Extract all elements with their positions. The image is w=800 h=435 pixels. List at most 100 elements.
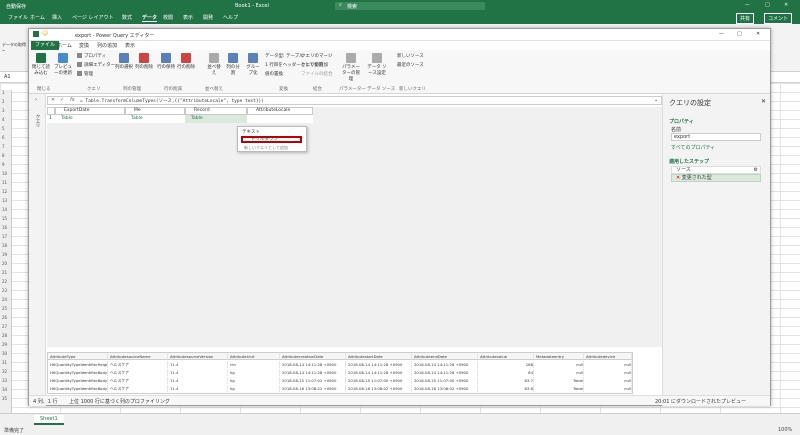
- row-header[interactable]: 17: [2, 234, 7, 239]
- autosave-label[interactable]: 自動保存: [6, 3, 26, 10]
- smiley-icon[interactable]: ☺: [42, 30, 48, 37]
- row-header[interactable]: 24: [2, 297, 7, 302]
- close-icon[interactable]: ✕: [784, 2, 788, 8]
- column-header[interactable]: ExportDate: [55, 107, 125, 115]
- combine-files-button[interactable]: ファイルの結合: [301, 71, 333, 77]
- row-header[interactable]: 29: [2, 342, 7, 347]
- row-header[interactable]: 25: [2, 306, 7, 311]
- manage-button[interactable]: 管理: [77, 71, 93, 77]
- column-header[interactable]: Record: [185, 107, 247, 115]
- properties-section[interactable]: プロパティ: [669, 118, 694, 125]
- tab-formulas[interactable]: 数式: [122, 14, 132, 21]
- new-source-button[interactable]: 新しいソース: [397, 53, 424, 59]
- name-box[interactable]: A1: [4, 74, 11, 80]
- preview-refresh-button[interactable]: プレビューの更新: [53, 53, 73, 76]
- row-header[interactable]: 7: [2, 144, 5, 149]
- pq-tab-add-column[interactable]: 列の追加: [97, 42, 117, 49]
- row-header[interactable]: 9: [2, 162, 5, 167]
- row-header[interactable]: 3: [2, 108, 5, 113]
- group-by-button[interactable]: グループ化: [245, 53, 261, 76]
- profiling-status[interactable]: 上位 1000 行に基づく列のプロファイリング: [69, 398, 170, 405]
- query-settings-close-icon[interactable]: ✕: [761, 98, 766, 105]
- column-header[interactable]: Me: [125, 107, 185, 115]
- row-header[interactable]: 1: [2, 90, 5, 95]
- split-column-button[interactable]: 列の分割: [225, 53, 241, 76]
- row-header[interactable]: 5: [2, 126, 5, 131]
- append-queries-button[interactable]: クエリの追加: [301, 62, 328, 68]
- row-header[interactable]: 11: [2, 180, 7, 185]
- table-corner-icon[interactable]: [47, 107, 55, 115]
- zoom-level[interactable]: 100%: [778, 427, 792, 433]
- step-item[interactable]: ソース ⚙: [671, 166, 761, 174]
- keep-rows-button[interactable]: 行の保持: [157, 53, 175, 70]
- row-header[interactable]: 16: [2, 225, 7, 230]
- row-header[interactable]: 27: [2, 324, 7, 329]
- pq-minimize-icon[interactable]: —: [719, 31, 724, 37]
- row-header[interactable]: 33: [2, 378, 7, 383]
- step-item-selected[interactable]: ✕ 変更された型: [671, 174, 761, 182]
- expand-chevron-icon[interactable]: ›: [35, 97, 37, 103]
- row-header[interactable]: 2: [2, 99, 5, 104]
- comment-button[interactable]: コメント: [764, 13, 793, 24]
- pq-tab-file[interactable]: ファイル: [31, 41, 60, 50]
- delete-step-icon[interactable]: ✕: [676, 175, 680, 181]
- advanced-editor-button[interactable]: 詳細エディター: [77, 62, 115, 68]
- pq-close-icon[interactable]: ✕: [756, 31, 760, 37]
- formula-bar[interactable]: ✕ ✓ fx = Table.TransformColumnTypes(ソース,…: [47, 96, 662, 105]
- row-header[interactable]: 23: [2, 288, 7, 293]
- tab-developer[interactable]: 開発: [203, 14, 213, 21]
- sheet-tab[interactable]: Sheet1: [34, 415, 64, 425]
- row-header[interactable]: 12: [2, 189, 7, 194]
- table-cell[interactable]: Table: [125, 115, 185, 123]
- parameters-button[interactable]: パラメーターの管理: [341, 53, 361, 82]
- data-source-settings-button[interactable]: データ ソース設定: [367, 53, 387, 76]
- get-data-button[interactable]: データの取得 ~: [2, 42, 26, 53]
- properties-button[interactable]: プロパティ: [77, 53, 106, 59]
- search-box[interactable]: ⌕ 検索: [335, 2, 485, 10]
- tab-page-layout[interactable]: ページ レイアウト: [72, 14, 114, 21]
- query-name-input[interactable]: export: [671, 133, 761, 141]
- confirm-icon[interactable]: ✓: [60, 97, 64, 103]
- merge-queries-button[interactable]: クエリのマージ: [301, 53, 332, 59]
- row-header[interactable]: 18: [2, 243, 7, 248]
- row-header[interactable]: 35: [2, 396, 7, 401]
- row-header[interactable]: 6: [2, 135, 5, 140]
- gear-icon[interactable]: ⚙: [754, 167, 758, 173]
- row-header[interactable]: 34: [2, 387, 7, 392]
- pq-tab-view[interactable]: 表示: [125, 42, 135, 49]
- pq-maximize-icon[interactable]: □: [737, 31, 742, 37]
- row-header[interactable]: 26: [2, 315, 7, 320]
- menu-item-add-as-new-query[interactable]: 新しいクエリとして追加: [244, 145, 288, 151]
- tab-file[interactable]: ファイル: [8, 14, 28, 21]
- row-header[interactable]: 31: [2, 360, 7, 365]
- row-header[interactable]: 20: [2, 261, 7, 266]
- pq-tab-transform[interactable]: 変換: [79, 42, 89, 49]
- choose-columns-button[interactable]: 列の選択: [115, 53, 133, 70]
- row-header[interactable]: 30: [2, 351, 7, 356]
- tab-home[interactable]: ホーム: [30, 14, 45, 21]
- row-header[interactable]: 8: [2, 153, 5, 158]
- row-header[interactable]: 28: [2, 333, 7, 338]
- pq-tab-home[interactable]: ホーム: [57, 42, 72, 49]
- table-cell-selected[interactable]: Table: [185, 115, 247, 123]
- recent-sources-button[interactable]: 最近のソース: [397, 62, 424, 68]
- row-header[interactable]: 32: [2, 369, 7, 374]
- menu-item-text[interactable]: テキスト: [242, 129, 260, 135]
- maximize-icon[interactable]: □: [765, 2, 770, 8]
- table-cell[interactable]: [247, 115, 313, 123]
- share-button[interactable]: 共有: [736, 13, 755, 24]
- data-type-select[interactable]: データ型: テーブル: [265, 53, 304, 59]
- cancel-icon[interactable]: ✕: [51, 97, 55, 103]
- row-header[interactable]: 19: [2, 252, 7, 257]
- close-apply-button[interactable]: 閉じて読み込む: [31, 53, 51, 76]
- row-header[interactable]: 10: [2, 171, 7, 176]
- row-header[interactable]: 22: [2, 279, 7, 284]
- minimize-icon[interactable]: —: [745, 2, 750, 8]
- all-properties-link[interactable]: すべてのプロパティ: [671, 144, 715, 151]
- formula-text[interactable]: = Table.TransformColumnTypes(ソース,{{"Attr…: [80, 98, 264, 104]
- row-header[interactable]: 13: [2, 198, 7, 203]
- formula-expand-icon[interactable]: ⌄: [654, 97, 658, 103]
- tab-insert[interactable]: 挿入: [52, 14, 62, 21]
- menu-item-drilldown[interactable]: ドリルダウン: [241, 136, 302, 143]
- replace-values-button[interactable]: 値の置換: [265, 71, 283, 77]
